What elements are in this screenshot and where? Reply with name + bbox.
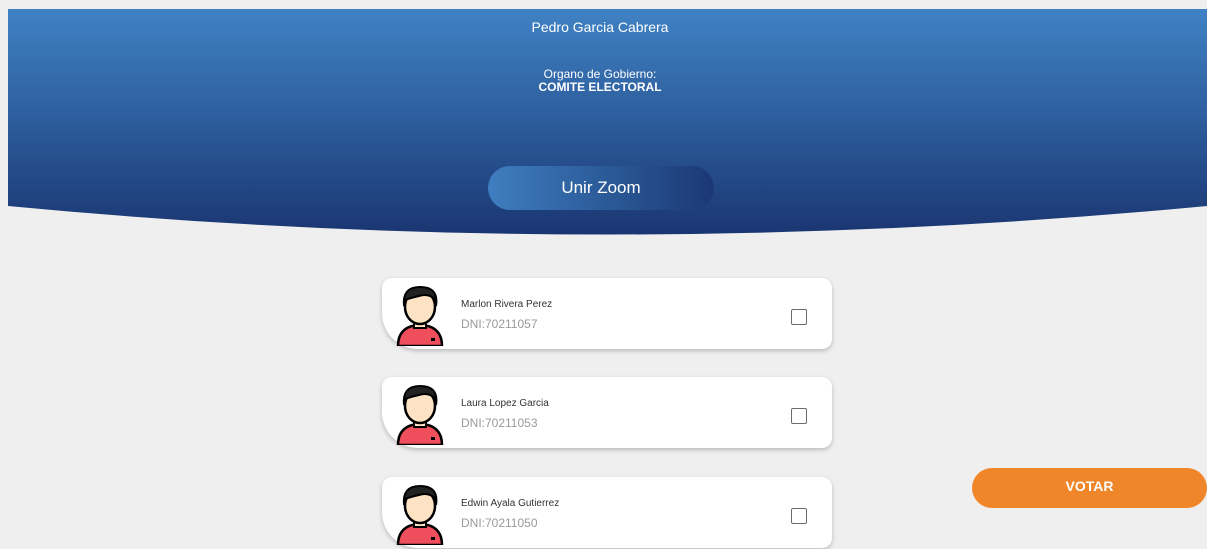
candidate-name: Edwin Ayala Gutierrez — [461, 498, 560, 509]
candidate-name: Laura Lopez Garcia — [461, 398, 549, 409]
vote-checkbox[interactable] — [791, 508, 807, 524]
user-name: Pedro Garcia Cabrera — [531, 19, 669, 35]
person-avatar-icon — [396, 484, 444, 545]
candidate-dni: DNI:70211057 — [461, 317, 538, 331]
organ-value: COMITE ELECTORAL — [538, 80, 662, 94]
candidate-card: Marlon Rivera Perez DNI:70211057 — [382, 278, 832, 349]
vote-checkbox[interactable] — [791, 309, 807, 325]
candidate-name: Marlon Rivera Perez — [461, 299, 553, 310]
join-zoom-button[interactable]: Unir Zoom — [488, 166, 714, 210]
header-banner: Pedro Garcia Cabrera Organo de Gobierno:… — [8, 9, 1207, 235]
vote-button[interactable]: VOTAR — [972, 468, 1207, 508]
candidate-dni: DNI:70211050 — [461, 516, 538, 530]
person-avatar-icon — [396, 285, 444, 346]
candidate-card: Edwin Ayala Gutierrez DNI:70211050 — [382, 477, 832, 548]
candidate-dni: DNI:70211053 — [461, 416, 538, 430]
vote-checkbox[interactable] — [791, 408, 807, 424]
person-avatar-icon — [396, 384, 444, 445]
candidate-card: Laura Lopez Garcia DNI:70211053 — [382, 377, 832, 448]
